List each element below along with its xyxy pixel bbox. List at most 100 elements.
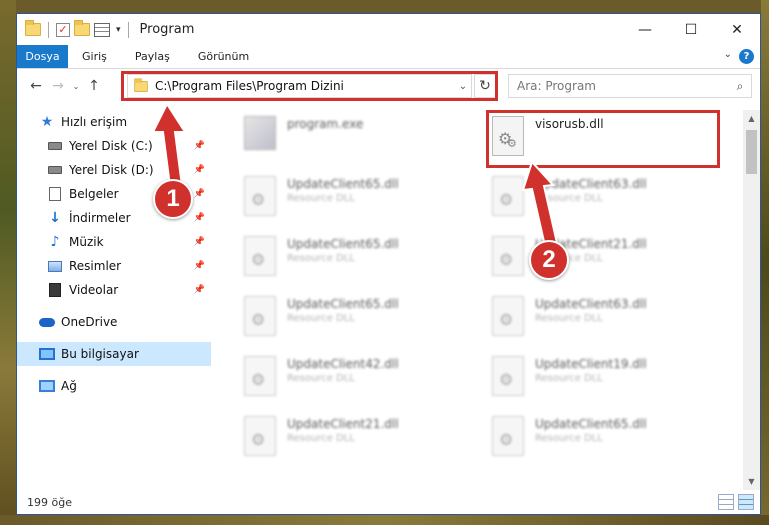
checkbox-properties-icon[interactable]: ✓ [56,22,70,37]
pin-icon[interactable]: 📌 [194,285,205,295]
drive-icon [47,162,63,178]
sidebar-item-quick-access[interactable]: ★ Hızlı erişim [17,110,211,134]
onedrive-icon [39,314,55,330]
step-badge-1: 1 [153,179,193,219]
file-highlight-box [486,110,720,168]
sidebar-item-music[interactable]: ♪ Müzik 📌 [17,230,211,254]
pin-icon[interactable]: 📌 [194,261,205,271]
dll-file-icon: ⚙ [241,174,279,218]
file-name: program.exe [287,117,364,131]
file-description: Resource DLL [287,433,355,444]
forward-button[interactable]: → [47,78,69,94]
search-icon[interactable]: ⌕ [729,79,751,94]
search-box[interactable]: Ara: Program ⌕ [508,74,752,98]
tab-file[interactable]: Dosya [17,45,68,68]
toolbar-customize-icon[interactable]: ▾ [116,25,121,35]
minimize-button[interactable]: — [622,14,668,45]
maximize-button[interactable]: ☐ [668,14,714,45]
videos-icon [47,282,63,298]
pin-icon[interactable]: 📌 [194,165,205,175]
details-view-icon[interactable] [718,494,734,510]
file-name: UpdateClient65.dll [287,297,399,311]
dll-file-icon: ⚙ [489,354,527,398]
file-item[interactable]: ⚙ UpdateClient65.dll Resource DLL [241,234,473,286]
sidebar-item-label: Bu bilgisayar [61,347,139,361]
pin-icon[interactable]: 📌 [194,213,205,223]
file-name: UpdateClient65.dll [287,177,399,191]
pin-icon[interactable]: 📌 [194,141,205,151]
file-description: Resource DLL [535,313,603,324]
sidebar-item-local-disk-d[interactable]: Yerel Disk (D:) 📌 [17,158,211,182]
search-input[interactable]: Ara: Program [517,79,729,93]
close-button[interactable]: ✕ [714,14,760,45]
file-item[interactable]: program.exe [241,114,473,166]
dll-file-icon: ⚙ [241,414,279,458]
dll-file-icon: ⚙ [489,174,527,218]
file-item[interactable]: ⚙ UpdateClient63.dll Resource DLL [489,294,721,346]
ribbon-tabs: Dosya Giriş Paylaş Görünüm ⌄ ? [17,45,760,69]
caption-buttons: — ☐ ✕ [622,14,760,45]
desktop-background-bottom [0,515,769,525]
toolbar-separator [127,21,129,38]
up-button[interactable]: ↑ [83,78,105,94]
tiles-view-icon[interactable] [738,494,754,510]
exe-file-icon [241,114,279,158]
step-badge-2: 2 [529,240,569,280]
toolbar-separator [48,21,49,38]
file-item[interactable]: ⚙ UpdateClient21.dllResource DLL [489,234,721,286]
tab-share[interactable]: Paylaş [121,45,184,68]
sidebar-item-videos[interactable]: Videolar 📌 [17,278,211,302]
address-highlight-box [121,71,498,101]
scrollbar-thumb[interactable] [746,130,757,174]
sidebar-item-label: Ağ [61,379,77,393]
file-description: Resource DLL [535,433,603,444]
expand-ribbon-icon[interactable]: ⌄ [724,49,732,60]
file-name: UpdateClient65.dll [287,237,399,251]
dll-file-icon: ⚙ [489,294,527,338]
sidebar-item-local-disk-c[interactable]: Yerel Disk (C:) 📌 [17,134,211,158]
dll-file-icon: ⚙ [489,234,527,278]
sidebar-item-network[interactable]: Ağ [17,374,211,398]
window-title: Program [139,22,195,37]
file-name: UpdateClient65.dll [535,417,647,431]
file-item[interactable]: ⚙ UpdateClient21.dll Resource DLL [241,414,473,466]
file-name: UpdateClient63.dll [535,177,647,191]
file-item[interactable]: ⚙ UpdateClient19.dll Resource DLL [489,354,721,406]
file-item[interactable]: ⚙ UpdateClient65.dll Resource DLL [241,174,473,226]
pin-icon[interactable]: 📌 [194,237,205,247]
recent-locations-button[interactable]: ⌄ [69,82,83,91]
file-item[interactable]: ⚙ UpdateClient65.dll Resource DLL [241,294,473,346]
file-item[interactable]: ⚙ UpdateClient65.dll Resource DLL [489,414,721,466]
help-icon[interactable]: ? [739,49,754,64]
new-folder-icon[interactable] [74,20,90,36]
file-description: Resource DLL [287,373,355,384]
file-name: UpdateClient63.dll [535,297,647,311]
file-name: UpdateClient21.dll [287,417,399,431]
tab-home[interactable]: Giriş [68,45,121,68]
properties-icon[interactable] [94,22,110,37]
sidebar-item-label: Yerel Disk (D:) [69,163,154,177]
dll-file-icon: ⚙ [241,354,279,398]
back-button[interactable]: ← [25,78,47,94]
tab-view[interactable]: Görünüm [184,45,263,68]
scroll-down-icon[interactable]: ▼ [743,473,760,490]
sidebar-item-pictures[interactable]: Resimler 📌 [17,254,211,278]
item-count: 199 öğe [27,495,72,509]
sidebar-item-label: Müzik [69,235,104,249]
music-icon: ♪ [50,234,60,250]
sidebar-item-label: OneDrive [61,315,118,329]
file-item[interactable]: ⚙ UpdateClient63.dll Resource DLL [489,174,721,226]
scroll-up-icon[interactable]: ▲ [743,110,760,127]
desktop-background-left [0,0,16,525]
desktop-background-right [761,0,769,525]
vertical-scrollbar[interactable]: ▲ ▼ [743,110,760,490]
sidebar-item-label: Resimler [69,259,122,273]
file-item[interactable]: ⚙ UpdateClient42.dll Resource DLL [241,354,473,406]
status-bar: 199 öğe [17,490,760,514]
pictures-icon [47,258,63,274]
sidebar-item-onedrive[interactable]: OneDrive [17,310,211,334]
pin-icon[interactable]: 📌 [194,189,205,199]
sidebar-item-this-pc[interactable]: Bu bilgisayar [17,342,211,366]
downloads-icon: ↓ [49,210,61,226]
this-pc-icon [39,346,55,362]
